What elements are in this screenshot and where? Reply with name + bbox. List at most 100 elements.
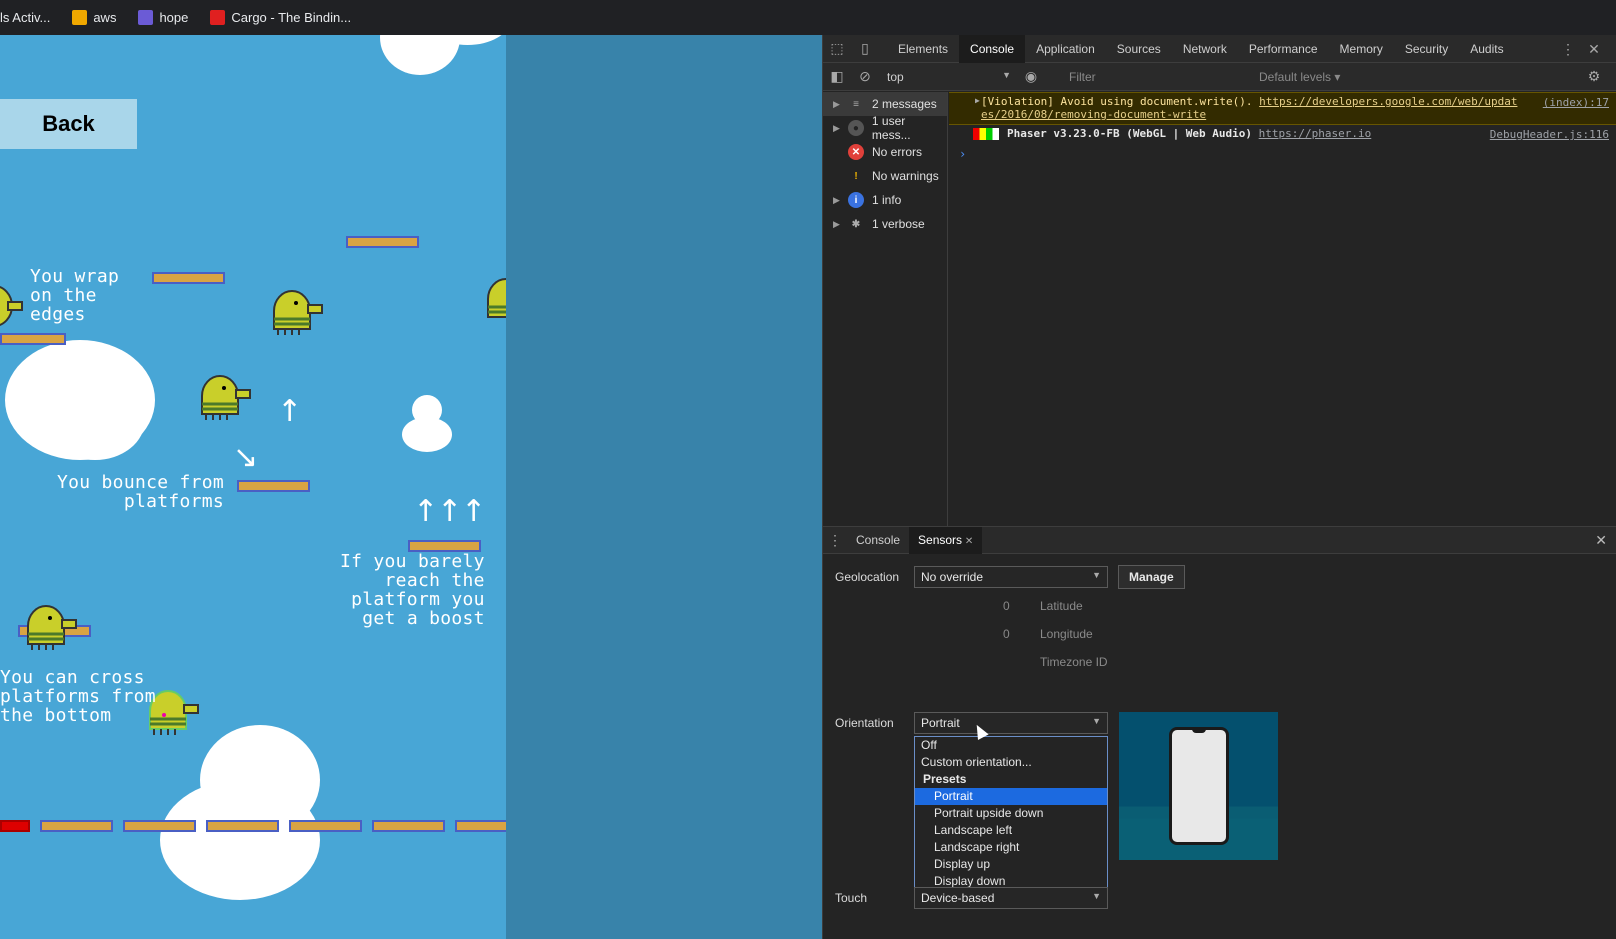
console-prompt[interactable]: ›	[949, 147, 1616, 161]
tab-sources[interactable]: Sources	[1106, 35, 1172, 63]
orientation-option[interactable]: Landscape right	[915, 839, 1107, 856]
orientation-option[interactable]: Portrait	[915, 788, 1107, 805]
sidebar-filter-item[interactable]: ▶ ≡ 2 messages	[823, 92, 947, 116]
tab-console[interactable]: Console	[959, 34, 1026, 63]
hint-wrap-edges: You wrap on the edges	[30, 266, 120, 325]
console-toolbar: ◧ ⊘ top ▼ ◉ Filter Default levels ▾ ⚙	[823, 63, 1616, 91]
tab-application[interactable]: Application	[1025, 35, 1106, 63]
clear-console-icon[interactable]: ⊘	[851, 63, 879, 91]
expand-triangle-icon[interactable]: ▶	[975, 96, 980, 105]
chevron-down-icon: ▼	[1092, 716, 1101, 726]
viewport-background	[506, 35, 822, 939]
info-icon: i	[848, 192, 864, 208]
orientation-option[interactable]: Portrait upside down	[915, 805, 1107, 822]
bookmark-favicon-icon	[210, 10, 226, 25]
close-icon[interactable]: ✕	[1595, 532, 1607, 549]
doodler-sprite	[201, 375, 251, 420]
bookmark-item[interactable]: hope	[126, 0, 198, 35]
sidebar-filter-label: No errors	[872, 145, 923, 159]
orientation-option[interactable]: Landscape left	[915, 822, 1107, 839]
devtools-tab-list: Elements Console Application Sources Network…	[887, 34, 1515, 63]
devtools-panel: ⬚ ▯ Elements Console Application Sources Net…	[822, 34, 1616, 939]
cloud	[402, 417, 452, 452]
game-canvas[interactable]: Back You wrap on the edges You bounce fr…	[0, 35, 506, 939]
doodler-sprite	[273, 290, 323, 335]
bookmark-item[interactable]: Cargo - The Bindin...	[198, 0, 361, 35]
bookmark-item[interactable]: aws	[60, 0, 126, 35]
bookmark-label: Cargo - The Bindin...	[231, 10, 352, 25]
platform	[237, 480, 310, 492]
context-value: top	[887, 69, 904, 84]
tab-security[interactable]: Security	[1394, 35, 1459, 63]
doodler-sprite	[487, 278, 506, 318]
error-icon: ✕	[848, 144, 864, 160]
bookmark-label: hope	[159, 10, 189, 25]
bookmark-label: aws	[93, 10, 117, 25]
platform	[455, 820, 506, 832]
inspect-element-icon[interactable]: ⬚	[823, 35, 851, 63]
console-sidebar: ▶ ≡ 2 messages ▶ ● 1 user mess... ✕ No errors ! N…	[823, 92, 948, 526]
message-source-link[interactable]: DebugHeader.js:116	[1490, 128, 1609, 141]
sidebar-toggle-icon[interactable]: ◧	[823, 63, 851, 91]
drawer-tab-sensors[interactable]: Sensors ✕	[909, 526, 983, 554]
message-source-link[interactable]: (index):17	[1543, 96, 1609, 109]
tab-network[interactable]: Network	[1172, 35, 1238, 63]
longitude-input[interactable]: 0	[1003, 627, 1010, 641]
hint-cross-bottom: You can cross platforms from the bottom	[0, 667, 156, 726]
touch-select[interactable]: Device-based ▼	[914, 887, 1108, 909]
eye-icon[interactable]: ◉	[1017, 63, 1045, 91]
platform-red	[0, 820, 30, 832]
orientation-option[interactable]: Display up	[915, 856, 1107, 873]
platform	[123, 820, 196, 832]
violation-message: ▶ [Violation] Avoid using document.write…	[949, 92, 1616, 125]
close-tab-icon[interactable]: ✕	[962, 536, 973, 547]
expand-triangle-icon: ▶	[833, 98, 840, 109]
sidebar-filter-item[interactable]: ✕ No errors	[823, 140, 947, 164]
chevron-down-icon: ▼	[1092, 570, 1101, 580]
warning-icon: !	[854, 170, 858, 182]
violation-link[interactable]: https://developers.google.com/web/updat	[1259, 95, 1517, 108]
log-levels-dropdown[interactable]: Default levels ▾	[1259, 70, 1340, 84]
close-icon[interactable]: ✕	[1580, 35, 1608, 63]
sidebar-filter-item[interactable]: ! No warnings	[823, 164, 947, 188]
phaser-text: Phaser v3.23.0-FB (WebGL | Web Audio)	[1007, 127, 1253, 140]
drawer-tab-console[interactable]: Console	[847, 527, 909, 554]
orientation-option[interactable]: Custom orientation...	[915, 754, 1107, 771]
filter-input[interactable]: Filter	[1069, 70, 1249, 84]
context-selector[interactable]: top ▼	[887, 70, 1017, 84]
doodler-sprite	[0, 286, 23, 326]
bug-icon: ✱	[851, 218, 861, 230]
tab-performance[interactable]: Performance	[1238, 35, 1329, 63]
back-button[interactable]: Back	[0, 99, 137, 149]
latitude-input[interactable]: 0	[1003, 599, 1010, 613]
option-group-label: Presets	[923, 772, 967, 786]
phone-notch	[1192, 727, 1206, 733]
sidebar-filter-item[interactable]: ▶ ✱ 1 verbose	[823, 212, 947, 236]
platform	[289, 820, 362, 832]
sidebar-filter-label: 1 user mess...	[871, 114, 911, 142]
orientation-option[interactable]: Off	[915, 737, 1107, 754]
devtools-tabbar: ⬚ ▯ Elements Console Application Sources Net…	[823, 34, 1616, 63]
drawer-menu-icon[interactable]: ⋮	[823, 526, 847, 554]
bookmark-item[interactable]: ls Activ...	[0, 0, 60, 35]
violation-text: [Violation] Avoid using document.write()…	[981, 95, 1253, 108]
chevron-down-icon: ▼	[1002, 69, 1011, 80]
sidebar-filter-item[interactable]: ▶ i 1 info	[823, 188, 947, 212]
orientation-select[interactable]: Portrait ▼	[914, 712, 1108, 734]
tab-elements[interactable]: Elements	[887, 35, 959, 63]
touch-label: Touch	[835, 891, 868, 905]
violation-link-cont[interactable]: es/2016/08/removing-document-write	[981, 108, 1206, 121]
geolocation-select[interactable]: No override ▼	[914, 566, 1108, 588]
more-options-icon[interactable]: ⋮	[1554, 35, 1582, 63]
phaser-link[interactable]: https://phaser.io	[1259, 127, 1372, 140]
drawer-tab-label: Console	[856, 532, 901, 547]
tab-memory[interactable]: Memory	[1329, 35, 1394, 63]
device-toolbar-icon[interactable]: ▯	[851, 35, 879, 63]
manage-button[interactable]: Manage	[1118, 565, 1185, 589]
tab-audits[interactable]: Audits	[1459, 35, 1514, 63]
sidebar-filter-label: 1 verbose	[872, 217, 925, 231]
sidebar-filter-item[interactable]: ▶ ● 1 user mess...	[823, 114, 947, 142]
orientation-preview[interactable]	[1119, 712, 1278, 860]
platform	[40, 820, 113, 832]
gear-icon[interactable]: ⚙	[1580, 63, 1608, 91]
